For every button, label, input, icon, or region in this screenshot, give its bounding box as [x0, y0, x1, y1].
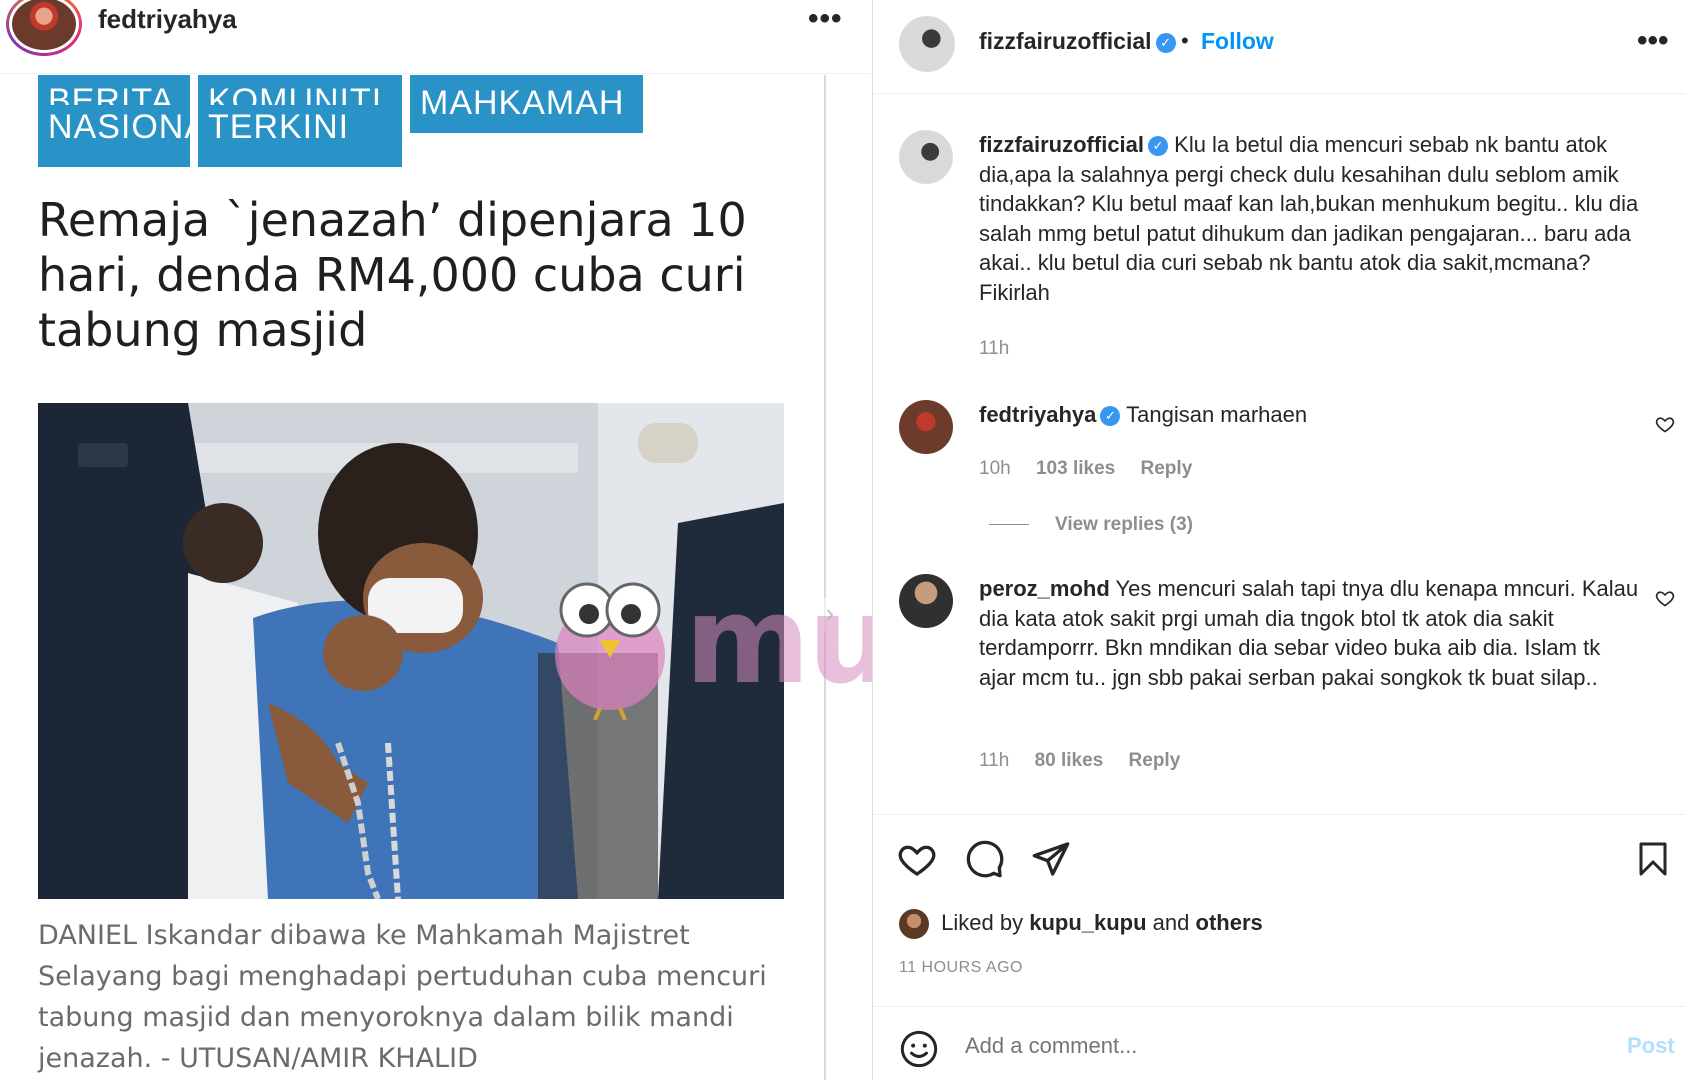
comment-meta: 11h	[979, 338, 1029, 360]
category-tags: BERITA NASIONAL KOMUNITI TERKINI MAHKAMA…	[38, 75, 643, 167]
comment-text: Tangisan marhaen	[1126, 402, 1308, 427]
peroz-mohd-avatar[interactable]	[899, 574, 953, 628]
reply-button[interactable]: Reply	[1129, 750, 1181, 771]
reply-button[interactable]: Reply	[1141, 458, 1193, 479]
fizzfairuzofficial-avatar[interactable]	[899, 16, 955, 72]
post-time-ago[interactable]: 11 HOURS AGO	[899, 959, 1023, 977]
tag-komuniti-terkini: KOMUNITI TERKINI	[198, 75, 402, 167]
tag-berita-nasional: BERITA NASIONAL	[38, 75, 190, 167]
comment-time[interactable]: 10h	[979, 458, 1011, 479]
emoji-smile-icon[interactable]	[899, 1029, 939, 1069]
tag-mahkamah: MAHKAMAH	[410, 75, 643, 133]
liked-by-user-link[interactable]: kupu_kupu	[1029, 910, 1146, 935]
comment-likes[interactable]: 103 likes	[1036, 458, 1115, 479]
left-post-header: fedtriyahya •••	[0, 0, 870, 74]
verified-badge-icon: ✓	[1100, 406, 1121, 427]
comment-time[interactable]: 11h	[979, 338, 1009, 359]
verified-badge-icon: ✓	[1155, 32, 1176, 53]
left-post-username[interactable]: fedtriyahya	[98, 4, 237, 35]
comment-bubble-icon[interactable]	[965, 839, 1005, 879]
comment-username[interactable]: peroz_mohd	[979, 576, 1110, 601]
comment-meta: 11h 80 likes Reply	[979, 750, 1200, 772]
liked-by-others-link[interactable]: others	[1196, 910, 1263, 935]
left-more-options-icon[interactable]: •••	[808, 2, 843, 36]
comment-body: fedtriyahya ✓ Tangisan marhaen	[979, 400, 1639, 430]
comment-time[interactable]: 11h	[979, 750, 1009, 771]
post-button[interactable]: Post	[1627, 1033, 1675, 1059]
news-headline: Remaja `jenazah’ dipenjara 10 hari, dend…	[38, 193, 747, 357]
post-author-header: fizzfairuzofficial ✓ • Follow •••	[873, 0, 1685, 94]
news-photo	[38, 403, 784, 899]
bookmark-icon[interactable]	[1635, 839, 1671, 879]
news-photo-caption: DANIEL Iskandar dibawa ke Mahkamah Majis…	[38, 920, 767, 1074]
fizzfairuzofficial-avatar[interactable]	[899, 130, 953, 184]
liked-by: Liked by kupu_kupu and others	[899, 909, 1263, 941]
view-replies-button[interactable]: View replies (3)	[989, 514, 1193, 536]
comment-body: peroz_mohd Yes mencuri salah tapi tnya d…	[979, 574, 1639, 692]
left-post-panel: fedtriyahya ••• BERITA NASIONAL KOMUNITI…	[0, 0, 1069, 1080]
fedtriyahya-avatar[interactable]	[6, 0, 82, 56]
more-options-icon[interactable]: •••	[1637, 24, 1669, 58]
like-comment-heart-icon[interactable]	[1655, 588, 1675, 608]
post-image-slide: BERITA NASIONAL KOMUNITI TERKINI MAHKAMA…	[0, 75, 848, 1080]
follow-button[interactable]: Follow	[1201, 28, 1274, 55]
comment-text: Klu la betul dia mencuri sebab nk bantu …	[979, 132, 1639, 305]
next-slide-arrow-icon[interactable]: ›	[812, 597, 848, 633]
kupu-kupu-avatar[interactable]	[899, 909, 929, 939]
share-paper-plane-icon[interactable]	[1031, 839, 1071, 879]
comments-panel: fizzfairuzofficial ✓ • Follow ••• fizzfai…	[872, 0, 1685, 1080]
add-comment-bar: Post	[873, 1006, 1685, 1080]
comment-username[interactable]: fizzfairuzofficial	[979, 132, 1144, 157]
header-separator: •	[1181, 28, 1189, 53]
comment-meta: 10h 103 likes Reply	[979, 458, 1212, 480]
comment-username[interactable]: fedtriyahya	[979, 402, 1096, 427]
add-comment-input[interactable]	[965, 1033, 1565, 1059]
like-comment-heart-icon[interactable]	[1655, 414, 1675, 434]
author-username[interactable]: fizzfairuzofficial ✓	[979, 28, 1176, 55]
comment-likes[interactable]: 80 likes	[1035, 750, 1104, 771]
comment-body: fizzfairuzofficial ✓ Klu la betul dia men…	[979, 130, 1639, 307]
verified-badge-icon: ✓	[1148, 136, 1169, 157]
like-heart-icon[interactable]	[897, 839, 937, 879]
fedtriyahya-avatar[interactable]	[899, 400, 953, 454]
